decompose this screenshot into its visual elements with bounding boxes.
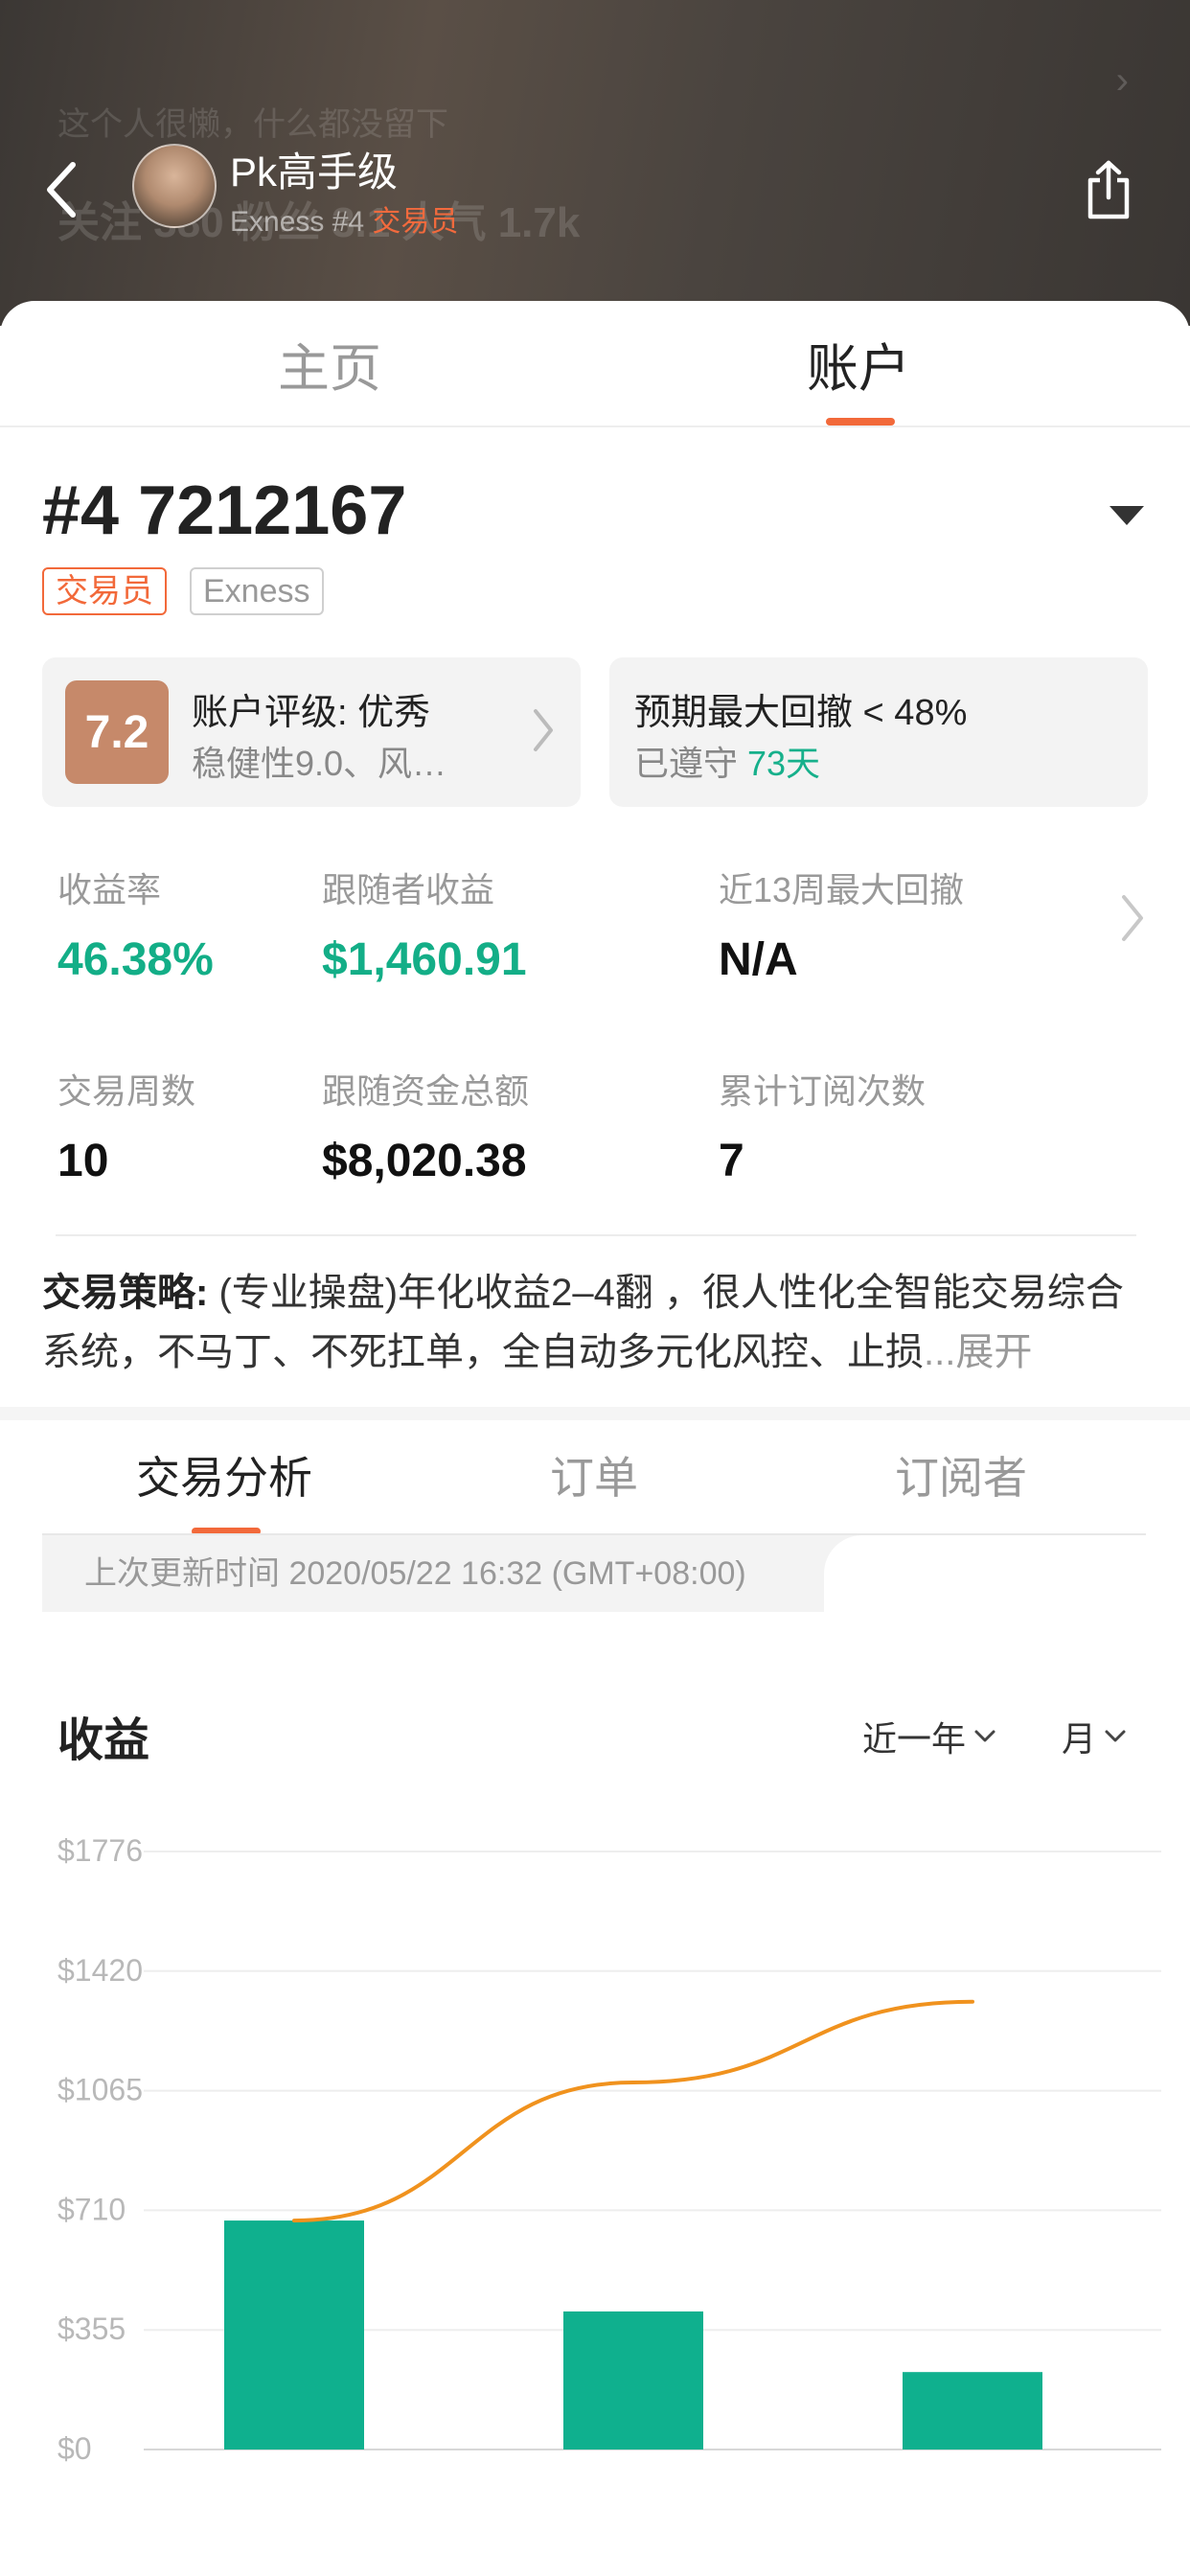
y-tick-label: $0 <box>57 2431 92 2466</box>
share-button[interactable] <box>1075 151 1142 228</box>
rating-title: 账户评级: 优秀 <box>192 693 431 733</box>
unit-filter-label: 月 <box>1062 1719 1097 1759</box>
stats-divider <box>56 1234 1136 1236</box>
strategy-label: 交易策略: <box>42 1272 209 1314</box>
strategy-text: 交易策略: (专业操盘)年化收益2–4翻 ，很人性化全智能交易综合系统，不马丁、… <box>42 1263 1154 1382</box>
tab-trade-analysis[interactable]: 交易分析 <box>136 1443 312 1506</box>
y-tick-label: $710 <box>57 2192 126 2226</box>
chart-title: 收益 <box>57 1715 150 1766</box>
trader-role: 交易员 <box>372 206 459 238</box>
main-tab-bar: 主页 账户 <box>0 301 1190 427</box>
last-update-bar: 上次更新时间 2020/05/22 16:32 (GMT+08:00) <box>42 1535 901 1612</box>
trader-avatar[interactable] <box>132 144 217 228</box>
chevron-right-icon <box>533 707 554 758</box>
rating-card[interactable]: 7.2 账户评级: 优秀 稳健性9.0、风… <box>42 657 581 807</box>
drawdown-card: 预期最大回撤 < 48% 已遵守 73天 <box>609 657 1148 807</box>
stat-value-weeks: 10 <box>57 1136 109 1186</box>
share-icon <box>1087 160 1130 219</box>
period-filter-label: 近一年 <box>862 1719 967 1759</box>
rating-subtitle: 稳健性9.0、风… <box>192 744 447 783</box>
profit-chart: $1776 $1420 $1065 $710 $355 $0 <box>57 1833 1161 2466</box>
drawdown-days: 73天 <box>747 744 821 783</box>
unit-filter[interactable]: 月 <box>1062 1712 1127 1761</box>
account-number: #4 7212167 <box>42 472 407 549</box>
chevron-down-icon <box>1105 1730 1126 1742</box>
strategy-expand-link[interactable]: ...展开 <box>924 1331 1032 1373</box>
chevron-right-icon: › <box>1115 59 1129 102</box>
stat-label-follower-profit: 跟随者收益 <box>322 870 495 909</box>
stat-value-follower-profit: $1,460.91 <box>322 934 527 985</box>
back-arrow-icon <box>47 162 76 218</box>
stat-value-follow-funds: $8,020.38 <box>322 1136 527 1186</box>
profile-header: 这个人很懒，什么都没留下 关注 380 粉丝 3.1 人气 1.7k › Pk高… <box>0 0 1190 326</box>
cumulative-profit-line <box>292 1999 974 2223</box>
stat-label-follow-funds: 跟随资金总额 <box>322 1071 530 1111</box>
account-dropdown-icon[interactable] <box>1110 506 1144 525</box>
stat-label-max-drawdown: 近13周最大回撤 <box>719 870 965 909</box>
drawdown-subtitle: 已遵守 73天 <box>634 736 820 786</box>
y-tick-label: $1776 <box>57 1833 143 1868</box>
chevron-down-icon <box>974 1730 995 1742</box>
trader-broker: Exness #4 <box>230 206 373 238</box>
stat-value-return: 46.38% <box>57 934 214 985</box>
drawdown-title: 预期最大回撤 < 48% <box>634 693 968 733</box>
tab-account[interactable]: 账户 <box>807 326 910 402</box>
trader-name: Pk高手级 <box>230 150 399 195</box>
header-bio-background: 这个人很懒，什么都没留下 <box>57 106 448 143</box>
tab-subscribers[interactable]: 订阅者 <box>895 1443 1027 1506</box>
chart-bar[interactable] <box>903 2372 1042 2450</box>
stat-label-return: 收益率 <box>57 870 162 909</box>
y-tick-label: $355 <box>57 2312 126 2346</box>
y-tick-label: $1065 <box>57 2073 143 2107</box>
back-button[interactable] <box>33 151 90 228</box>
stat-label-subscriptions: 累计订阅次数 <box>719 1071 927 1111</box>
chart-bar[interactable] <box>563 2311 703 2450</box>
drawdown-sub-prefix: 已遵守 <box>634 744 748 783</box>
broker-badge: Exness <box>190 567 324 615</box>
stat-value-max-drawdown: N/A <box>719 934 798 985</box>
stats-chevron-right-icon[interactable] <box>1121 893 1144 948</box>
period-filter[interactable]: 近一年 <box>862 1712 996 1761</box>
tab-orders[interactable]: 订单 <box>550 1443 638 1506</box>
trader-subtitle: Exness #4 交易员 <box>230 197 458 240</box>
tab-home[interactable]: 主页 <box>278 326 381 402</box>
stat-label-weeks: 交易周数 <box>57 1071 196 1111</box>
tab-active-indicator <box>826 418 895 426</box>
y-tick-label: $1420 <box>57 1953 143 1988</box>
rating-score: 7.2 <box>65 680 169 784</box>
chart-bar[interactable] <box>224 2220 364 2450</box>
trader-badge: 交易员 <box>42 567 167 615</box>
section-gap <box>0 1407 1190 1420</box>
stat-value-subscriptions: 7 <box>719 1136 744 1186</box>
